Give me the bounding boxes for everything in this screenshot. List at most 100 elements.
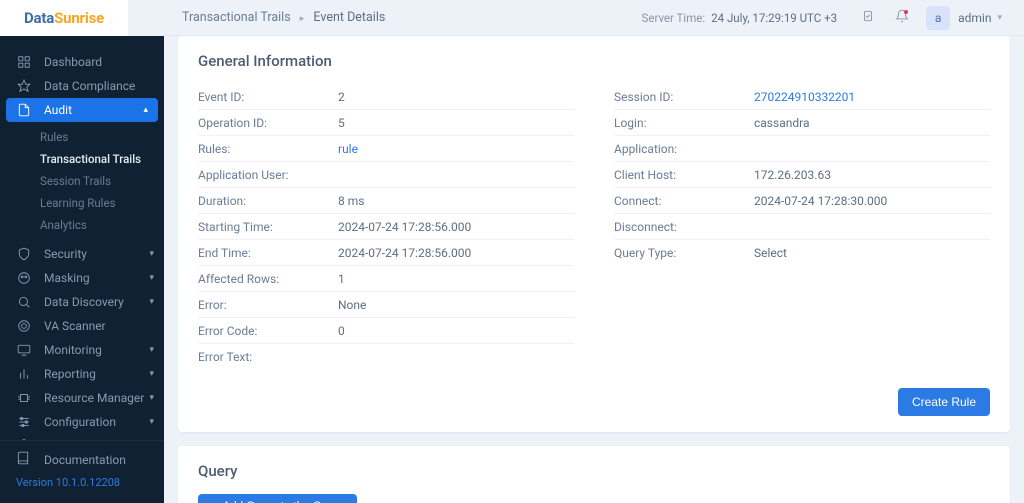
value-client-host: 172.26.203.63 [754,168,831,182]
value-affected-rows: 1 [338,272,345,286]
label-operation-id: Operation ID: [198,116,338,130]
value-operation-id: 5 [338,116,345,130]
server-time-label: Server Time: [642,11,706,25]
general-right-col: Session ID:270224910332201 Login:cassand… [614,84,990,370]
label-application: Application: [614,142,754,156]
logo-part1: Data [24,9,54,27]
chevron-up-icon: ▴ [143,105,148,115]
nav-resource-manager[interactable]: Resource Manager ▾ [0,386,164,410]
label-app-user: Application User: [198,168,338,182]
general-info-title: General Information [198,52,990,70]
nav-label: Audit [44,103,72,117]
dashboard-icon [16,54,32,70]
clipboard-button[interactable] [851,1,885,35]
chevron-down-icon: ▾ [997,13,1002,23]
sidebar-footer: Documentation Version 10.1.0.12208 [0,440,164,503]
nav-dashboard[interactable]: Dashboard [0,50,164,74]
value-connect: 2024-07-24 17:28:30.000 [754,194,887,208]
general-info-card: General Information Event ID:2 Operation… [178,36,1010,432]
sub-analytics[interactable]: Analytics [0,214,164,236]
nav-configuration[interactable]: Configuration ▾ [0,410,164,434]
sidebar: DataSunrise Dashboard Data Compliance Au… [0,0,164,503]
sub-rules[interactable]: Rules [0,126,164,148]
main-area: Transactional Trails ▸ Event Details Ser… [164,0,1024,503]
server-time-value: 24 July, 17:29:19 UTC +3 [711,11,837,25]
value-end-time: 2024-07-24 17:28:56.000 [338,246,471,260]
add-query-button[interactable]: + Add Query to the Group [198,494,357,503]
nav-label: Monitoring [44,343,102,357]
sub-learning-rules[interactable]: Learning Rules [0,192,164,214]
nav-monitoring[interactable]: Monitoring ▾ [0,338,164,362]
chevron-down-icon: ▾ [149,249,154,259]
nav-security[interactable]: Security ▾ [0,242,164,266]
label-event-id: Event ID: [198,90,338,104]
notifications-button[interactable] [885,1,919,35]
cpu-icon [16,390,32,406]
nav-data-discovery[interactable]: Data Discovery ▾ [0,290,164,314]
value-rules-link[interactable]: rule [338,142,358,156]
value-duration: 8 ms [338,194,364,208]
search-icon [16,294,32,310]
query-title: Query [198,462,990,480]
shield-icon [16,246,32,262]
breadcrumb: Transactional Trails ▸ Event Details [182,10,385,25]
logo-part2: Sunrise [54,9,104,27]
nav-documentation[interactable]: Documentation [16,451,148,468]
sidebar-nav: Dashboard Data Compliance Audit ▴ Rules … [0,36,164,440]
sidebar-collapse-button[interactable] [128,0,164,36]
nav-system-settings[interactable]: System Settings ▾ [0,434,164,440]
value-event-id: 2 [338,90,345,104]
mask-icon [16,270,32,286]
nav-label: Documentation [44,453,126,467]
create-rule-button[interactable]: Create Rule [898,388,990,416]
label-connect: Connect: [614,194,754,208]
value-login: cassandra [754,116,809,130]
breadcrumb-parent[interactable]: Transactional Trails [182,10,291,25]
query-card: Query + Add Query to the Group select * … [178,446,1010,503]
chevron-down-icon: ▾ [149,345,154,355]
audit-submenu: Rules Transactional Trails Session Trail… [0,122,164,242]
sub-transactional-trails[interactable]: Transactional Trails [0,148,164,170]
nav-label: Configuration [44,415,116,429]
sub-session-trails[interactable]: Session Trails [0,170,164,192]
nav-label: Data Discovery [44,295,124,309]
label-error-code: Error Code: [198,324,338,338]
nav-masking[interactable]: Masking ▾ [0,266,164,290]
star-icon [16,78,32,94]
label-session-id: Session ID: [614,90,754,104]
monitor-icon [16,342,32,358]
nav-va-scanner[interactable]: VA Scanner [0,314,164,338]
user-menu[interactable]: a admin ▾ [923,3,1010,33]
label-login: Login: [614,116,754,130]
value-query-type: Select [754,246,787,260]
nav-data-compliance[interactable]: Data Compliance [0,74,164,98]
label-error: Error: [198,298,338,312]
value-error-code: 0 [338,324,345,338]
chevron-right-icon: ▸ [300,14,305,24]
label-rules: Rules: [198,142,338,156]
book-icon [16,451,32,468]
nav-label: VA Scanner [44,319,106,333]
chevron-down-icon: ▾ [149,393,154,403]
nav-audit[interactable]: Audit ▴ [6,98,158,122]
label-end-time: End Time: [198,246,338,260]
logo[interactable]: DataSunrise [0,0,128,36]
label-error-text: Error Text: [198,350,338,364]
nav-label: System Settings [44,439,131,440]
value-starting-time: 2024-07-24 17:28:56.000 [338,220,471,234]
value-session-id-link[interactable]: 270224910332201 [754,90,855,104]
content-scroll[interactable]: General Information Event ID:2 Operation… [164,36,1024,503]
bar-chart-icon [16,366,32,382]
label-disconnect: Disconnect: [614,220,754,234]
target-icon [16,318,32,334]
logo-row: DataSunrise [0,0,164,36]
nav-label: Security [44,247,87,261]
nav-label: Dashboard [44,55,102,69]
general-left-col: Event ID:2 Operation ID:5 Rules:rule App… [198,84,574,370]
topbar: Transactional Trails ▸ Event Details Ser… [164,0,1024,36]
nav-label: Reporting [44,367,96,381]
label-starting-time: Starting Time: [198,220,338,234]
nav-reporting[interactable]: Reporting ▾ [0,362,164,386]
nav-label: Resource Manager [44,391,144,405]
document-icon [16,102,32,118]
